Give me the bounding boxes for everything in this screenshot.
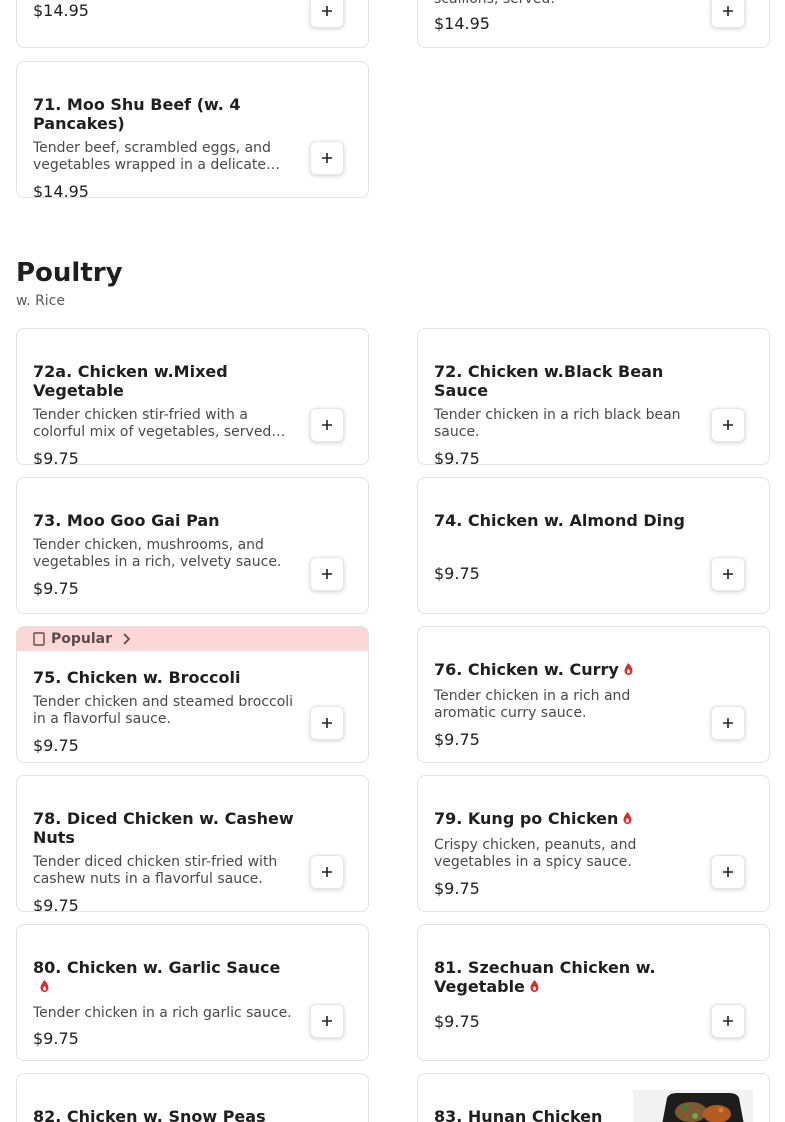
add-to-cart-button[interactable] <box>711 557 745 591</box>
add-to-cart-button[interactable] <box>310 141 344 175</box>
item-name: 82. Chicken w. Snow Peas <box>33 1107 266 1122</box>
add-to-cart-button[interactable] <box>310 557 344 591</box>
menu-item-card[interactable]: 72a. Chicken w.Mixed Vegetable Tender ch… <box>16 328 369 465</box>
item-name-row: 80. Chicken w. Garlic Sauce <box>33 958 295 996</box>
item-name: 73. Moo Goo Gai Pan <box>33 511 220 530</box>
item-description: Tender chicken in a rich and aromatic cu… <box>434 688 631 721</box>
menu-item-card[interactable]: 82. Chicken w. Snow Peas <box>16 1073 369 1122</box>
item-price: $9.75 <box>434 730 480 749</box>
popular-banner[interactable]: Popular <box>17 627 368 651</box>
item-price: $9.75 <box>434 564 480 583</box>
plus-icon <box>723 718 733 728</box>
add-to-cart-button[interactable] <box>711 408 745 442</box>
item-name: 74. Chicken w. Almond Ding <box>434 511 685 530</box>
menu-item-card[interactable]: 71. Moo Shu Beef (w. 4 Pancakes) Tender … <box>16 61 369 198</box>
item-name: 78. Diced Chicken w. Cashew Nuts <box>33 809 294 847</box>
item-price: $14.95 <box>33 182 89 198</box>
food-container-image <box>633 1090 753 1122</box>
item-price: $9.75 <box>33 449 79 465</box>
add-to-cart-button[interactable] <box>711 706 745 740</box>
item-name: 72. Chicken w.Black Bean Sauce <box>434 362 664 400</box>
item-description: Tender diced chicken stir-fried with cas… <box>33 854 278 887</box>
add-to-cart-button[interactable] <box>310 706 344 740</box>
menu-item-card[interactable]: 74. Chicken w. Almond Ding $9.75 <box>417 477 770 614</box>
chili-icon <box>624 663 633 675</box>
plus-icon <box>723 867 733 877</box>
item-description: Crispy chicken, peanuts, and vegetables … <box>434 837 637 870</box>
section-subtitle: w. Rice <box>16 293 65 309</box>
menu-item-card[interactable]: 73. Moo Goo Gai Pan Tender chicken, mush… <box>16 477 369 614</box>
item-price: $14.95 <box>434 14 490 33</box>
item-price: $9.75 <box>33 1029 79 1048</box>
item-price: $9.75 <box>33 896 79 912</box>
item-description: Tender chicken, mushrooms, and vegetable… <box>33 537 282 570</box>
item-name: 81. Szechuan Chicken w. Vegetable <box>434 958 656 996</box>
menu-item-card[interactable]: $14.95 <box>16 0 369 48</box>
menu-item-card[interactable]: 78. Diced Chicken w. Cashew Nuts Tender … <box>16 775 369 912</box>
add-to-cart-button[interactable] <box>310 0 344 28</box>
chili-icon <box>530 980 539 992</box>
item-name-row: 76. Chicken w. Curry <box>434 660 696 679</box>
chili-icon <box>623 812 632 824</box>
add-to-cart-button[interactable] <box>711 0 745 28</box>
menu-item-card[interactable]: 76. Chicken w. Curry Tender chicken in a… <box>417 626 770 763</box>
plus-icon <box>723 6 733 16</box>
plus-icon <box>322 153 332 163</box>
plus-icon <box>322 718 332 728</box>
plus-icon <box>322 569 332 579</box>
menu-item-card[interactable]: 79. Kung po Chicken Crispy chicken, pean… <box>417 775 770 912</box>
flame-icon <box>33 632 45 646</box>
chili-icon <box>40 980 49 992</box>
item-price: $9.75 <box>33 579 79 598</box>
add-to-cart-button[interactable] <box>310 855 344 889</box>
plus-icon <box>322 1016 332 1026</box>
item-name: 75. Chicken w. Broccoli <box>33 668 241 687</box>
add-to-cart-button[interactable] <box>711 1004 745 1038</box>
item-price: $9.75 <box>33 736 79 755</box>
plus-icon <box>723 420 733 430</box>
chevron-right-icon <box>123 633 131 645</box>
section-title: Poultry <box>16 258 123 288</box>
item-thumbnail <box>633 1090 753 1122</box>
item-price: $14.95 <box>33 1 89 20</box>
item-price: $9.75 <box>434 449 480 465</box>
menu-item-card[interactable]: 72. Chicken w.Black Bean Sauce Tender ch… <box>417 328 770 465</box>
item-name: 79. Kung po Chicken <box>434 809 619 828</box>
item-description: Tender chicken in a rich black bean sauc… <box>434 407 681 440</box>
menu-item-card[interactable]: 83. Hunan Chicken <box>417 1073 770 1122</box>
plus-icon <box>322 420 332 430</box>
plus-icon <box>723 569 733 579</box>
menu-item-card[interactable]: scallions, served. $14.95 <box>417 0 770 48</box>
item-price: $9.75 <box>434 879 480 898</box>
add-to-cart-button[interactable] <box>310 408 344 442</box>
item-name-row: 79. Kung po Chicken <box>434 809 696 828</box>
plus-icon <box>322 6 332 16</box>
item-description: Tender beef, scrambled eggs, and vegetab… <box>33 140 271 173</box>
add-to-cart-button[interactable] <box>310 1004 344 1038</box>
item-name: 76. Chicken w. Curry <box>434 660 619 679</box>
plus-icon <box>723 1016 733 1026</box>
menu-item-card[interactable]: Popular 75. Chicken w. Broccoli Tender c… <box>16 626 369 763</box>
item-description: Tender chicken in a rich garlic sauce. <box>33 1005 292 1021</box>
item-name: 72a. Chicken w.Mixed Vegetable <box>33 362 228 400</box>
item-description: Tender chicken and steamed broccoli in a… <box>33 694 294 727</box>
item-name: 80. Chicken w. Garlic Sauce <box>33 958 281 977</box>
add-to-cart-button[interactable] <box>711 855 745 889</box>
item-name: 71. Moo Shu Beef (w. 4 Pancakes) <box>33 95 241 133</box>
popular-label: Popular <box>51 631 113 647</box>
item-description: Tender chicken stir-fried with a colorfu… <box>33 407 272 440</box>
item-description: scallions, served. <box>434 0 696 8</box>
menu-item-card[interactable]: 80. Chicken w. Garlic Sauce Tender chick… <box>16 924 369 1061</box>
plus-icon <box>322 867 332 877</box>
item-name: 83. Hunan Chicken <box>434 1107 603 1122</box>
item-name-row: 81. Szechuan Chicken w. Vegetable <box>434 958 696 996</box>
item-price: $9.75 <box>434 1012 480 1031</box>
menu-item-card[interactable]: 81. Szechuan Chicken w. Vegetable $9.75 <box>417 924 770 1061</box>
